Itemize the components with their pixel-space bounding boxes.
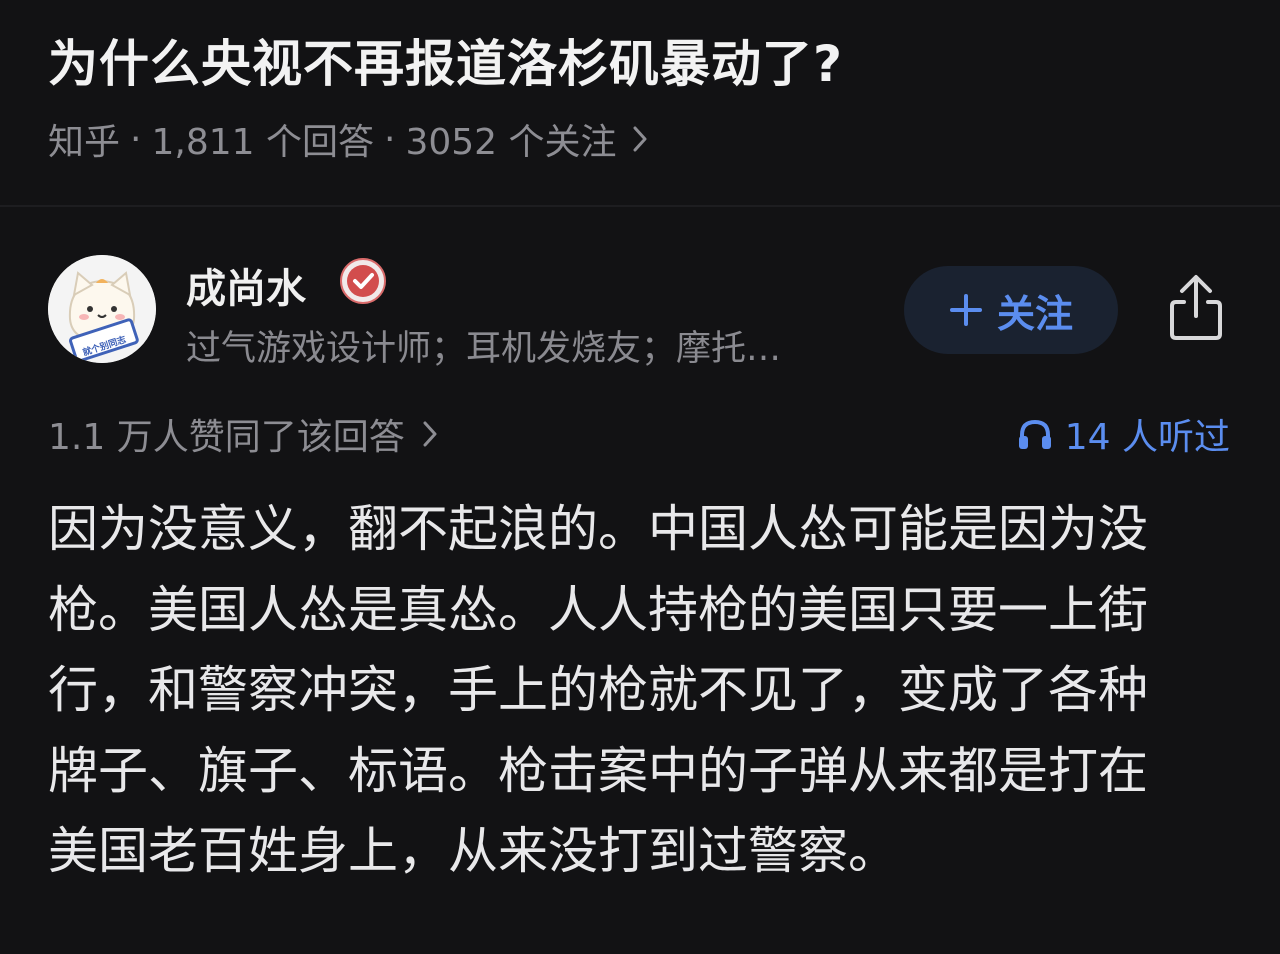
listen-count: 14 人听过: [1064, 417, 1230, 458]
answer-line: 美国老百姓身上，从来没打到过警察。: [48, 822, 898, 880]
answer-content[interactable]: 因为没意义，翻不起浪的。中国人怂可能是因为没 枪。美国人怂是真怂。人人持枪的美国…: [48, 489, 1208, 892]
verified-badge-icon: [338, 256, 388, 306]
follower-count: 3052 个关注: [405, 122, 617, 163]
share-icon: [1170, 275, 1222, 340]
section-divider: [0, 205, 1280, 207]
follow-label: 关注: [996, 291, 1073, 336]
author-name[interactable]: 成尚水: [186, 256, 306, 314]
answer-line: 行，和警察冲突，手上的枪就不见了，变成了各种: [48, 661, 1148, 719]
meta-separator: ·: [383, 118, 396, 160]
cat-avatar-icon: 就个别同志: [48, 255, 156, 363]
meta-separator: ·: [130, 118, 142, 160]
source-label: 知乎: [48, 122, 121, 163]
answer-line: 牌子、旗子、标语。枪击案中的子弹从来都是打在: [48, 741, 1148, 800]
headphones-icon: [1018, 419, 1051, 449]
answer-line: 枪。美国人怂是真怂。人人持枪的美国只要一上街: [48, 580, 1148, 639]
answer-line: 因为没意义，翻不起浪的。中国人怂可能是因为没: [48, 500, 1148, 558]
plus-icon: [949, 294, 982, 326]
author-avatar[interactable]: 就个别同志: [48, 255, 156, 363]
likes-summary[interactable]: 1.1 万人赞同了该回答: [48, 408, 437, 460]
question-meta[interactable]: 知乎 · 1,811 个回答 · 3052 个关注: [48, 113, 647, 165]
listen-button[interactable]: 14 人听过: [1017, 408, 1230, 460]
chevron-right-icon[interactable]: [633, 126, 647, 152]
answer-count: 1,811 个回答: [151, 122, 374, 163]
chevron-right-icon: [423, 421, 437, 447]
follow-button[interactable]: 关注: [904, 266, 1118, 354]
author-bio: 过气游戏设计师；耳机发烧友；摩托…: [186, 329, 782, 369]
question-title[interactable]: 为什么央视不再报道洛杉矶暴动了?: [48, 24, 843, 96]
share-button[interactable]: [1164, 272, 1228, 344]
likes-text: 1.1 万人赞同了该回答: [48, 417, 405, 458]
